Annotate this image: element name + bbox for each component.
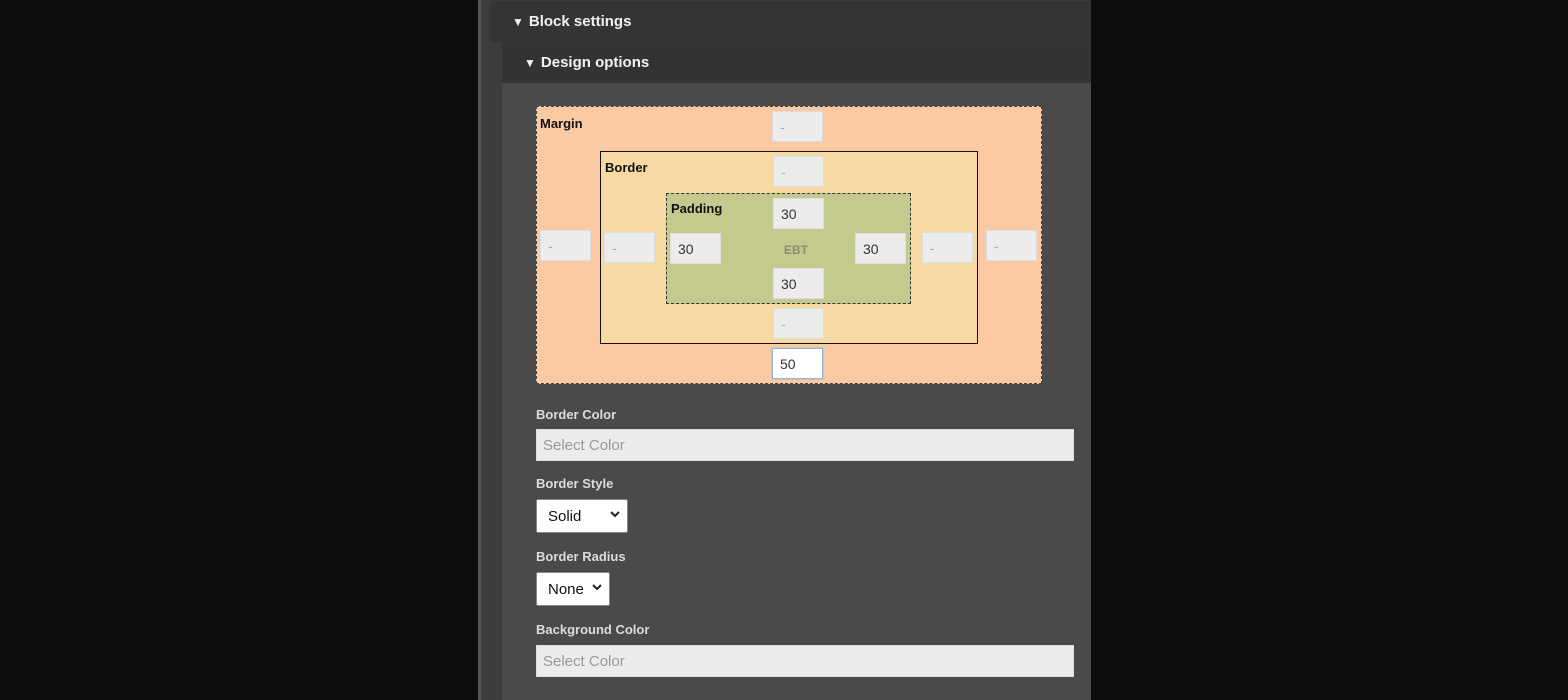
triangle-down-icon: ▼: [512, 14, 524, 29]
settings-panel: ▼ Block settings ▼ Design options Margin…: [478, 0, 1091, 700]
border-color-field[interactable]: Select Color: [536, 429, 1074, 461]
border-right-input[interactable]: [922, 232, 973, 263]
border-label: Border: [605, 160, 648, 175]
content-box-label: EBT: [784, 243, 808, 257]
padding-top-input[interactable]: [773, 198, 824, 229]
margin-top-input[interactable]: [772, 111, 823, 142]
border-top-input[interactable]: [773, 156, 824, 187]
padding-left-input[interactable]: [670, 233, 721, 264]
padding-label: Padding: [671, 201, 723, 216]
border-bottom-input[interactable]: [773, 308, 824, 339]
border-style-value: Solid: [548, 507, 582, 525]
border-left-input[interactable]: [604, 232, 655, 263]
background-color-field[interactable]: Select Color: [536, 645, 1074, 677]
border-radius-value: None: [548, 580, 584, 598]
chevron-down-icon: [592, 584, 602, 591]
triangle-down-icon: ▼: [524, 55, 536, 70]
design-options-header[interactable]: ▼ Design options: [502, 42, 1091, 83]
border-radius-label: Border Radius: [536, 549, 626, 564]
margin-label: Margin: [540, 116, 583, 131]
design-options-body: Margin Border Padding EBT Border Color S…: [502, 83, 1091, 700]
border-style-select[interactable]: Solid: [536, 499, 628, 533]
block-settings-header[interactable]: ▼ Block settings: [491, 1, 1091, 42]
padding-right-input[interactable]: [855, 233, 906, 264]
margin-bottom-input[interactable]: [772, 348, 823, 379]
chevron-down-icon: [610, 511, 620, 518]
border-radius-select[interactable]: None: [536, 572, 610, 606]
border-color-placeholder: Select Color: [543, 436, 625, 454]
background-color-label: Background Color: [536, 622, 650, 637]
design-options-title: Design options: [540, 54, 650, 71]
block-settings-title: Block settings: [528, 13, 632, 30]
margin-right-input[interactable]: [986, 230, 1037, 261]
padding-bottom-input[interactable]: [773, 268, 824, 299]
background-color-placeholder: Select Color: [543, 652, 625, 670]
border-color-label: Border Color: [536, 407, 617, 422]
border-style-label: Border Style: [536, 476, 614, 491]
margin-left-input[interactable]: [540, 230, 591, 261]
